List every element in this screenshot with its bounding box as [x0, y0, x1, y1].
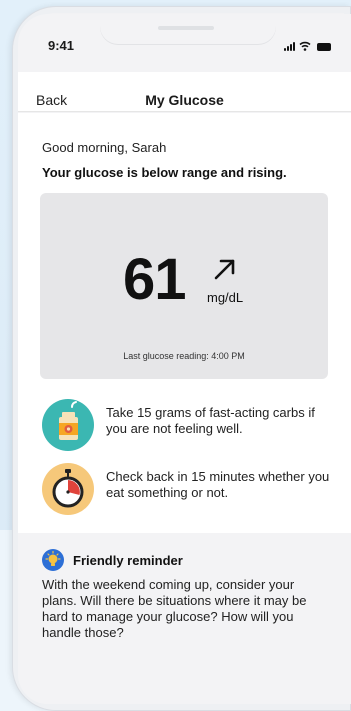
tip-item: Check back in 15 minutes whether you eat…	[42, 463, 332, 515]
page-title: My Glucose	[145, 92, 224, 108]
glucose-reading-card: 61 mg/dL Last glucose reading: 4:00 PM	[40, 193, 328, 379]
glucose-unit: mg/dL	[207, 290, 244, 305]
tip-item: Take 15 grams of fast-acting carbs if yo…	[42, 399, 332, 451]
status-time: 9:41	[48, 38, 75, 53]
friendly-reminder-section: Friendly reminder With the weekend comin…	[18, 533, 351, 704]
tip-text: Take 15 grams of fast-acting carbs if yo…	[106, 405, 315, 436]
signal-icon	[284, 41, 295, 51]
lightbulb-icon	[42, 549, 64, 571]
notch	[100, 14, 276, 44]
last-reading-time: Last glucose reading: 4:00 PM	[123, 351, 245, 361]
nav-bar: Back My Glucose	[18, 72, 351, 112]
glucose-value: 61	[123, 247, 187, 312]
speaker	[158, 26, 214, 30]
phone-screen: 9:41 Back My Glucose Good morning, Sarah…	[18, 14, 351, 704]
reminder-body: With the weekend coming up, consider you…	[42, 577, 307, 640]
wifi-icon	[299, 41, 311, 51]
glucose-status-message: Your glucose is below range and rising.	[42, 165, 287, 180]
greeting-text: Good morning, Sarah	[42, 140, 167, 155]
tip-text: Check back in 15 minutes whether you eat…	[106, 469, 330, 500]
timer-icon	[42, 463, 94, 515]
status-icons	[284, 39, 331, 51]
juice-icon	[42, 399, 94, 451]
battery-icon	[317, 43, 331, 51]
main-content: Good morning, Sarah Your glucose is belo…	[18, 113, 351, 533]
reminder-title: Friendly reminder	[73, 552, 183, 568]
reminder-header: Friendly reminder	[42, 549, 183, 571]
trend-up-right-icon	[214, 259, 235, 280]
